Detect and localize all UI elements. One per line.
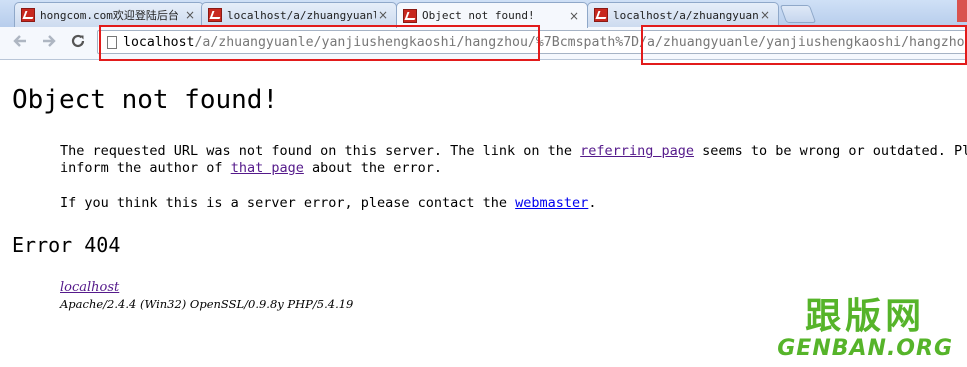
- referring-page-link[interactable]: referring page: [580, 143, 694, 159]
- tab-hongcom[interactable]: hongcom.com欢迎登陆后台 ×: [14, 2, 204, 27]
- url-host: localhost: [123, 34, 195, 50]
- tab-title: Object not found!: [422, 9, 535, 22]
- server-address: localhost Apache/2.4.4 (Win32) OpenSSL/0…: [60, 279, 353, 313]
- text: If you think this is a server error, ple…: [60, 195, 516, 211]
- forward-button[interactable]: [39, 33, 59, 53]
- site-favicon-icon: [594, 8, 608, 22]
- browser-toolbar: localhost/a/zhuangyuanle/yanjiushengkaos…: [0, 27, 967, 60]
- tab-localhost-2[interactable]: localhost/a/zhuangyuanl ×: [587, 2, 779, 27]
- page-icon: [107, 35, 117, 49]
- server-error-note: If you think this is a server error, ple…: [60, 195, 596, 212]
- text: The requested URL was not found on this …: [60, 143, 581, 159]
- that-page-link[interactable]: that page: [231, 160, 304, 176]
- reload-button[interactable]: [68, 33, 88, 53]
- arrow-right-icon: [43, 35, 56, 47]
- arrow-left-icon: [13, 35, 26, 47]
- back-button[interactable]: [10, 33, 30, 53]
- error-description: The requested URL was not found on this …: [60, 143, 967, 177]
- close-icon[interactable]: ×: [376, 8, 390, 22]
- text: inform the author of: [60, 160, 231, 176]
- tab-localhost-1[interactable]: localhost/a/zhuangyuanl ×: [201, 2, 397, 27]
- text: about the error.: [303, 160, 443, 176]
- site-favicon-icon: [208, 8, 222, 22]
- address-bar[interactable]: localhost/a/zhuangyuanle/yanjiushengkaos…: [97, 30, 967, 54]
- server-signature: Apache/2.4.4 (Win32) OpenSSL/0.9.8y PHP/…: [60, 297, 354, 311]
- localhost-link[interactable]: localhost: [60, 280, 119, 295]
- url-path: /a/zhuangyuanle/yanjiushengkaoshi/hangzh…: [194, 34, 967, 50]
- close-icon[interactable]: ×: [567, 9, 581, 23]
- reload-icon: [71, 34, 85, 48]
- tab-object-not-found[interactable]: Object not found! ×: [396, 2, 588, 28]
- window-close-button[interactable]: [957, 0, 967, 22]
- close-icon[interactable]: ×: [183, 8, 197, 22]
- site-favicon-icon: [21, 8, 35, 22]
- text: seems to be wrong or outdated. Please: [702, 143, 967, 159]
- tab-strip: hongcom.com欢迎登陆后台 × localhost/a/zhuangyu…: [0, 0, 967, 28]
- text: .: [588, 195, 597, 211]
- new-tab-button[interactable]: [779, 5, 817, 23]
- site-favicon-icon: [403, 8, 417, 23]
- webmaster-link[interactable]: webmaster: [515, 195, 588, 211]
- tab-title: hongcom.com欢迎登陆后台: [40, 9, 179, 22]
- tab-title: localhost/a/zhuangyuanl: [613, 8, 758, 22]
- error-code-heading: Error 404: [12, 233, 121, 257]
- close-icon[interactable]: ×: [758, 8, 772, 22]
- watermark-cjk: 跟版网: [805, 296, 926, 337]
- tab-title: localhost/a/zhuangyuanl: [227, 8, 376, 22]
- page-title: Object not found!: [12, 85, 279, 115]
- watermark-latin: GENBAN.ORG: [777, 336, 953, 361]
- watermark-logo: 跟版网 GENBAN.ORG: [777, 297, 953, 361]
